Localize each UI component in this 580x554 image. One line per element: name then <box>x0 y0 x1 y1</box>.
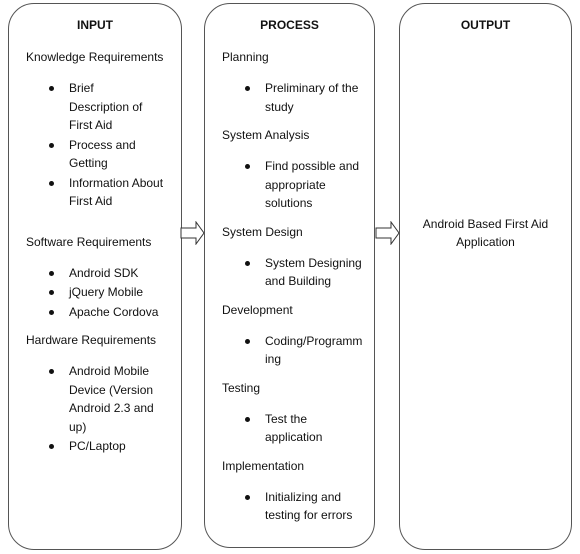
group-heading: System Analysis <box>222 128 310 142</box>
list-item: System Designing and Building <box>222 254 365 291</box>
list-item: jQuery Mobile <box>26 283 175 302</box>
group-heading: Knowledge Requirements <box>26 50 164 64</box>
group-heading: Hardware Requirements <box>26 333 157 347</box>
list-item: PC/Laptop <box>26 437 175 456</box>
process-title: PROCESS <box>260 18 319 32</box>
group-heading: Development <box>222 302 293 317</box>
bullet-icon <box>49 444 54 449</box>
input-title: INPUT <box>77 18 113 32</box>
input-content: Knowledge Requirements Brief Description… <box>26 48 175 466</box>
bullet-icon <box>49 309 54 315</box>
output-box: OUTPUT Android Based First Aid Applicati… <box>399 3 572 550</box>
input-box: INPUT Knowledge Requirements Brief Descr… <box>8 3 182 550</box>
list-item: Brief Description of First Aid <box>26 79 154 135</box>
bullet-icon <box>245 164 250 169</box>
bullet-icon <box>49 180 54 186</box>
list-item: Process and Getting <box>26 136 154 173</box>
group-heading: System Design <box>222 224 303 239</box>
process-group-implementation: Implementation Initializing and testing … <box>222 457 368 525</box>
list-item: Find possible and appropriate solutions <box>222 157 365 213</box>
process-group-testing: Testing Test the application <box>222 379 368 447</box>
bullet-icon <box>245 260 250 266</box>
list-item: Test the application <box>222 410 340 447</box>
list-item: Apache Cordova <box>26 303 175 322</box>
bullet-list: Test the application <box>222 410 368 447</box>
process-group-analysis: System Analysis Find possible and approp… <box>222 126 368 213</box>
right-arrow-icon <box>180 221 205 245</box>
process-group-development: Development Coding/Programming <box>222 301 368 369</box>
list-item: Initializing and testing for errors <box>222 488 365 525</box>
process-content: Planning Preliminary of the study System… <box>222 48 368 535</box>
bullet-icon <box>49 86 54 91</box>
output-text: Android Based First Aid Application <box>422 217 549 249</box>
right-arrow-icon <box>375 221 400 245</box>
bullet-list: Initializing and testing for errors <box>222 488 368 525</box>
input-group-knowledge: Knowledge Requirements Brief Description… <box>26 48 175 211</box>
process-box: PROCESS Planning Preliminary of the stud… <box>204 3 375 548</box>
bullet-icon <box>245 338 250 344</box>
input-group-software: Software Requirements Android SDK jQuery… <box>26 233 175 322</box>
bullet-list: Android SDK jQuery Mobile Apache Cordova <box>26 264 175 322</box>
list-item: Preliminary of the study <box>222 79 365 116</box>
bullet-list: Find possible and appropriate solutions <box>222 157 368 213</box>
bullet-list: Preliminary of the study <box>222 79 368 116</box>
bullet-icon <box>245 86 250 91</box>
bullet-icon <box>245 494 250 500</box>
process-group-design: System Design System Designing and Build… <box>222 223 368 291</box>
group-heading: Implementation <box>222 458 305 473</box>
list-item: Android SDK <box>26 264 175 283</box>
bullet-icon <box>49 369 54 374</box>
bullet-list: Coding/Programming <box>222 332 368 369</box>
group-heading: Testing <box>222 380 261 395</box>
bullet-icon <box>245 416 250 422</box>
group-heading: Planning <box>222 50 269 64</box>
bullet-icon <box>49 290 54 295</box>
bullet-icon <box>49 270 54 276</box>
bullet-list: Android Mobile Device (Version Android 2… <box>26 362 175 456</box>
list-item: Coding/Programming <box>222 332 365 369</box>
group-heading: Software Requirements <box>26 234 152 249</box>
input-group-hardware: Hardware Requirements Android Mobile Dev… <box>26 331 175 456</box>
list-item: Android Mobile Device (Version Android 2… <box>26 362 169 436</box>
list-item: Information About First Aid <box>26 174 169 211</box>
output-title: OUTPUT <box>460 18 511 32</box>
bullet-icon <box>49 142 54 148</box>
process-group-planning: Planning Preliminary of the study <box>222 48 368 116</box>
bullet-list: System Designing and Building <box>222 254 368 291</box>
bullet-list: Brief Description of First Aid Process a… <box>26 79 175 211</box>
